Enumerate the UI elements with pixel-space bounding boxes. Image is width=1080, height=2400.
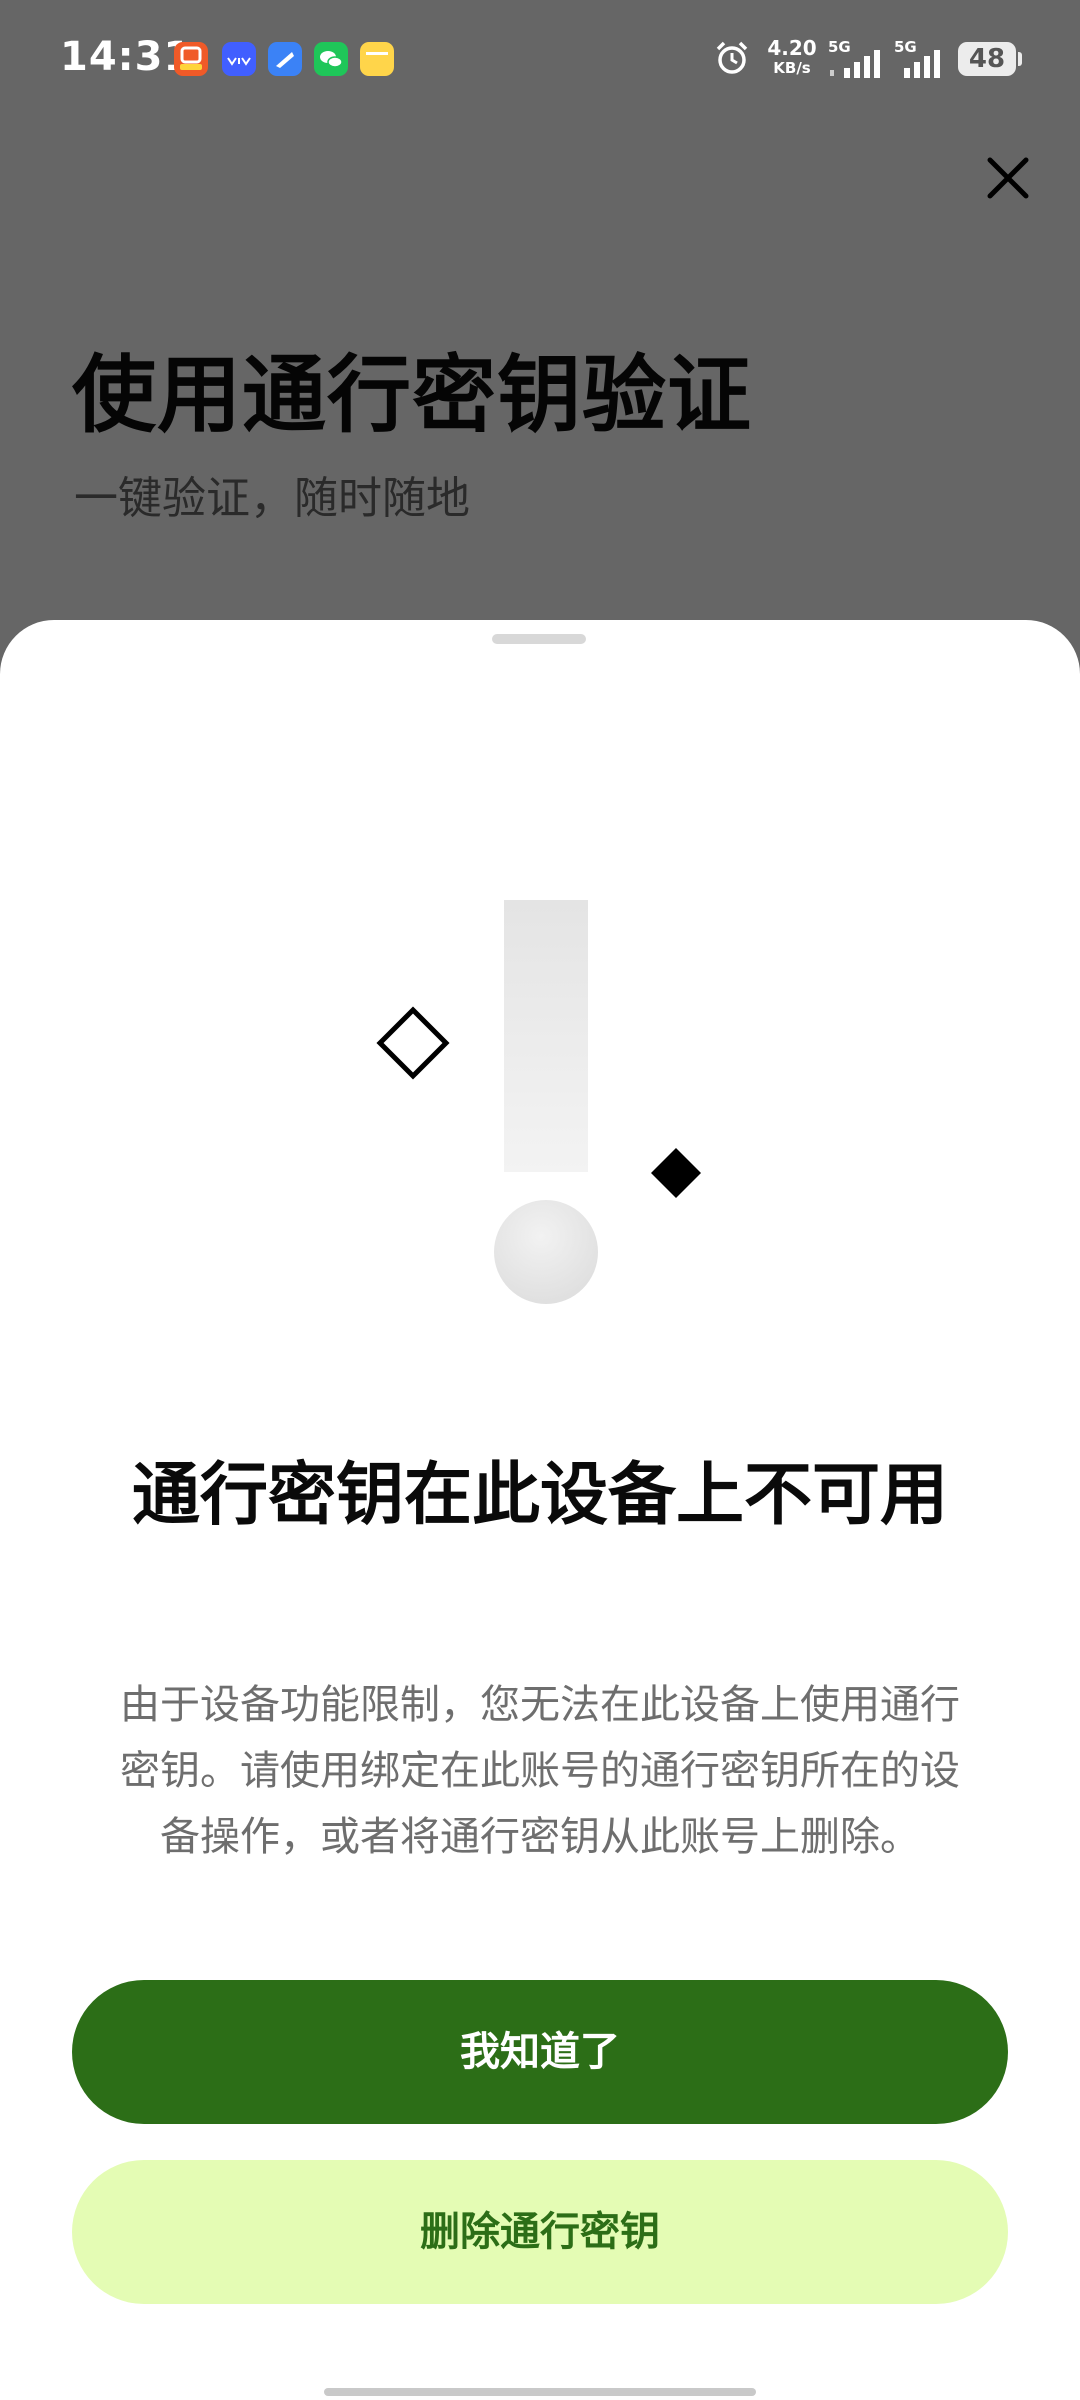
sheet-drag-handle[interactable] xyxy=(492,634,586,644)
sheet-title: 通行密钥在此设备上不可用 xyxy=(131,1456,948,1535)
net-speed-unit: KB/s xyxy=(773,59,811,77)
home-indicator[interactable] xyxy=(324,2388,756,2396)
screen: 14:31 4.20 KB/s 5G 5G 48 使用通行密钥验证 一键验证，随… xyxy=(0,0,1080,2400)
app-icon-blue xyxy=(268,42,302,76)
battery-indicator: 48 xyxy=(958,42,1016,76)
close-button[interactable] xyxy=(980,150,1036,206)
status-bar: 14:31 4.20 KB/s 5G 5G 48 xyxy=(0,0,1080,120)
alarm-icon xyxy=(716,41,748,74)
sheet-description: 由于设备功能限制，您无法在此设备上使用通行密钥。请使用绑定在此账号的通行密钥所在… xyxy=(120,1682,960,1860)
page-subtitle: 一键验证，随时随地 xyxy=(74,473,470,524)
delete-passkey-button[interactable]: 删除通行密钥 xyxy=(72,2160,1008,2304)
signal-sim2-label: 5G xyxy=(894,38,917,56)
got-it-button[interactable]: 我知道了 xyxy=(72,1980,1008,2124)
app-icon-yellow xyxy=(360,42,394,76)
battery-tip xyxy=(1018,52,1022,66)
signal-sim2: 5G xyxy=(894,38,954,80)
exclamation-icon xyxy=(376,900,701,1304)
net-speed-value: 4.20 xyxy=(767,36,817,60)
app-icon-red xyxy=(174,42,208,76)
status-time: 14:31 xyxy=(60,34,193,80)
net-speed: 4.20 KB/s xyxy=(764,38,820,78)
page-title: 使用通行密钥验证 xyxy=(72,346,753,444)
bottom-sheet: 通行密钥在此设备上不可用 由于设备功能限制，您无法在此设备上使用通行密钥。请使用… xyxy=(0,620,1080,2400)
wechat-icon xyxy=(314,42,348,76)
app-icon-vivo xyxy=(222,42,256,76)
signal-sim1-label: 5G xyxy=(828,38,851,56)
signal-sim1: 5G xyxy=(828,38,888,80)
close-icon xyxy=(987,157,1029,199)
